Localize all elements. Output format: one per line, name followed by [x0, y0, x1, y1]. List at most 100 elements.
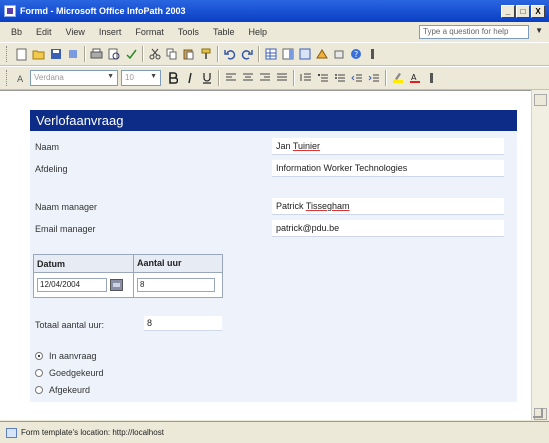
insert-table-icon[interactable] [263, 47, 278, 62]
radio-afgekeurd[interactable]: Afgekeurd [35, 385, 90, 395]
leave-request-form: Verlofaanvraag Naam Jan Tuinier Afdeling… [30, 110, 517, 402]
vertical-scrollbar[interactable] [531, 90, 549, 420]
radio-label: In aanvraag [49, 351, 97, 361]
radio-goedgekeurd[interactable]: Goedgekeurd [35, 368, 104, 378]
highlight-icon[interactable] [390, 71, 405, 86]
calendar-icon[interactable] [110, 279, 123, 291]
status-text: Form template's location: http://localho… [21, 428, 164, 437]
toolbar-grip[interactable] [6, 70, 9, 86]
digital-signature-icon[interactable] [331, 47, 346, 62]
menu-format[interactable]: Format [128, 27, 171, 37]
undo-icon[interactable] [222, 47, 237, 62]
infopath-icon [4, 5, 16, 17]
justify-icon[interactable] [274, 71, 289, 86]
radio-in-aanvraag[interactable]: In aanvraag [35, 351, 97, 361]
help-icon[interactable]: ? [348, 47, 363, 62]
hours-input[interactable]: 8 [137, 278, 215, 292]
radio-unselected-icon[interactable] [35, 369, 43, 377]
menu-tools[interactable]: Tools [171, 27, 206, 37]
spelling-icon[interactable] [123, 47, 138, 62]
table-header: Datum Aantal uur [34, 255, 222, 273]
email-manager-field[interactable]: patrick@pdu.be [272, 220, 504, 237]
naam-first: Jan [276, 141, 291, 151]
align-left-icon[interactable] [223, 71, 238, 86]
font-name-combo[interactable]: Verdana ▼ [30, 70, 118, 86]
save-icon[interactable] [48, 47, 63, 62]
bullets-icon[interactable] [332, 71, 347, 86]
italic-icon[interactable] [182, 71, 197, 86]
menu-file[interactable]: Bb [4, 27, 29, 37]
increase-indent-icon[interactable] [366, 71, 381, 86]
maximize-button[interactable]: □ [516, 4, 530, 18]
svg-text:?: ? [354, 50, 358, 59]
naam-manager-label: Naam manager [35, 202, 98, 212]
font-color-icon[interactable]: A [407, 71, 422, 86]
afdeling-field[interactable]: Information Worker Technologies [272, 160, 504, 177]
help-search-input[interactable]: Type a question for help [419, 25, 529, 39]
paste-icon[interactable] [181, 47, 196, 62]
radio-selected-icon[interactable] [35, 352, 43, 360]
font-size-value: 10 [125, 73, 134, 82]
window-title: Formd - Microsoft Office InfoPath 2003 [20, 6, 186, 16]
email-manager-label: Email manager [35, 224, 96, 234]
form-title: Verlofaanvraag [30, 110, 517, 131]
redo-icon[interactable] [239, 47, 254, 62]
copy-icon[interactable] [164, 47, 179, 62]
task-pane-icon[interactable] [280, 47, 295, 62]
help-dropdown-icon[interactable]: ▼ [535, 26, 543, 35]
design-icon[interactable] [297, 47, 312, 62]
menu-help[interactable]: Help [241, 27, 274, 37]
underline-icon[interactable] [199, 71, 214, 86]
cut-icon[interactable] [147, 47, 162, 62]
toolbar-separator [385, 70, 386, 86]
chevron-down-icon[interactable]: ▼ [150, 73, 157, 83]
print-icon[interactable] [89, 47, 104, 62]
chevron-down-icon[interactable]: ▼ [107, 73, 114, 83]
window-controls: _ □ X [500, 4, 545, 18]
radio-label: Goedgekeurd [49, 368, 104, 378]
formatting-toolbar: A Verdana ▼ 10 ▼ A [0, 66, 549, 90]
permission-icon[interactable] [65, 47, 80, 62]
new-icon[interactable] [14, 47, 29, 62]
naam-manager-field[interactable]: Patrick Tissegham [272, 198, 504, 215]
afdeling-label: Afdeling [35, 164, 68, 174]
align-right-icon[interactable] [257, 71, 272, 86]
menu-bar: Bb Edit View Insert Format Tools Table H… [0, 22, 549, 42]
close-button[interactable]: X [531, 4, 545, 18]
hours-cell: 8 [134, 278, 222, 292]
toolbar-grip[interactable] [6, 46, 9, 62]
toolbar-options-icon[interactable] [424, 71, 439, 86]
line-spacing-icon[interactable] [298, 71, 313, 86]
decrease-indent-icon[interactable] [349, 71, 364, 86]
naam-field[interactable]: Jan Tuinier [272, 138, 504, 155]
menu-edit[interactable]: Edit [29, 27, 59, 37]
toolbar-separator [217, 46, 218, 62]
radio-label: Afgekeurd [49, 385, 91, 395]
format-painter-icon[interactable] [198, 47, 213, 62]
totaal-field[interactable]: 8 [144, 316, 222, 331]
research-icon[interactable] [314, 47, 329, 62]
menu-insert[interactable]: Insert [92, 27, 129, 37]
align-center-icon[interactable] [240, 71, 255, 86]
aantal-uur-header: Aantal uur [137, 258, 182, 268]
bold-icon[interactable] [165, 71, 180, 86]
numbering-icon[interactable] [315, 71, 330, 86]
minimize-button[interactable]: _ [501, 4, 515, 18]
resize-grip-icon[interactable] [533, 408, 543, 418]
radio-unselected-icon[interactable] [35, 386, 43, 394]
status-bar: Form template's location: http://localho… [0, 421, 549, 443]
totaal-label: Totaal aantal uur: [35, 320, 105, 330]
open-folder-icon[interactable] [31, 47, 46, 62]
datum-header: Datum [34, 255, 134, 272]
toolbar-options-icon[interactable] [365, 47, 380, 62]
standard-toolbar: ? [0, 42, 549, 66]
print-preview-icon[interactable] [106, 47, 121, 62]
toolbar-separator [258, 46, 259, 62]
font-size-combo[interactable]: 10 ▼ [121, 70, 161, 86]
scroll-up-button[interactable] [534, 94, 547, 106]
menu-table[interactable]: Table [206, 27, 242, 37]
style-icon[interactable]: A [14, 71, 29, 86]
table-row: 12/04/2004 8 [34, 273, 222, 297]
date-picker-input[interactable]: 12/04/2004 [37, 278, 107, 292]
menu-view[interactable]: View [59, 27, 92, 37]
